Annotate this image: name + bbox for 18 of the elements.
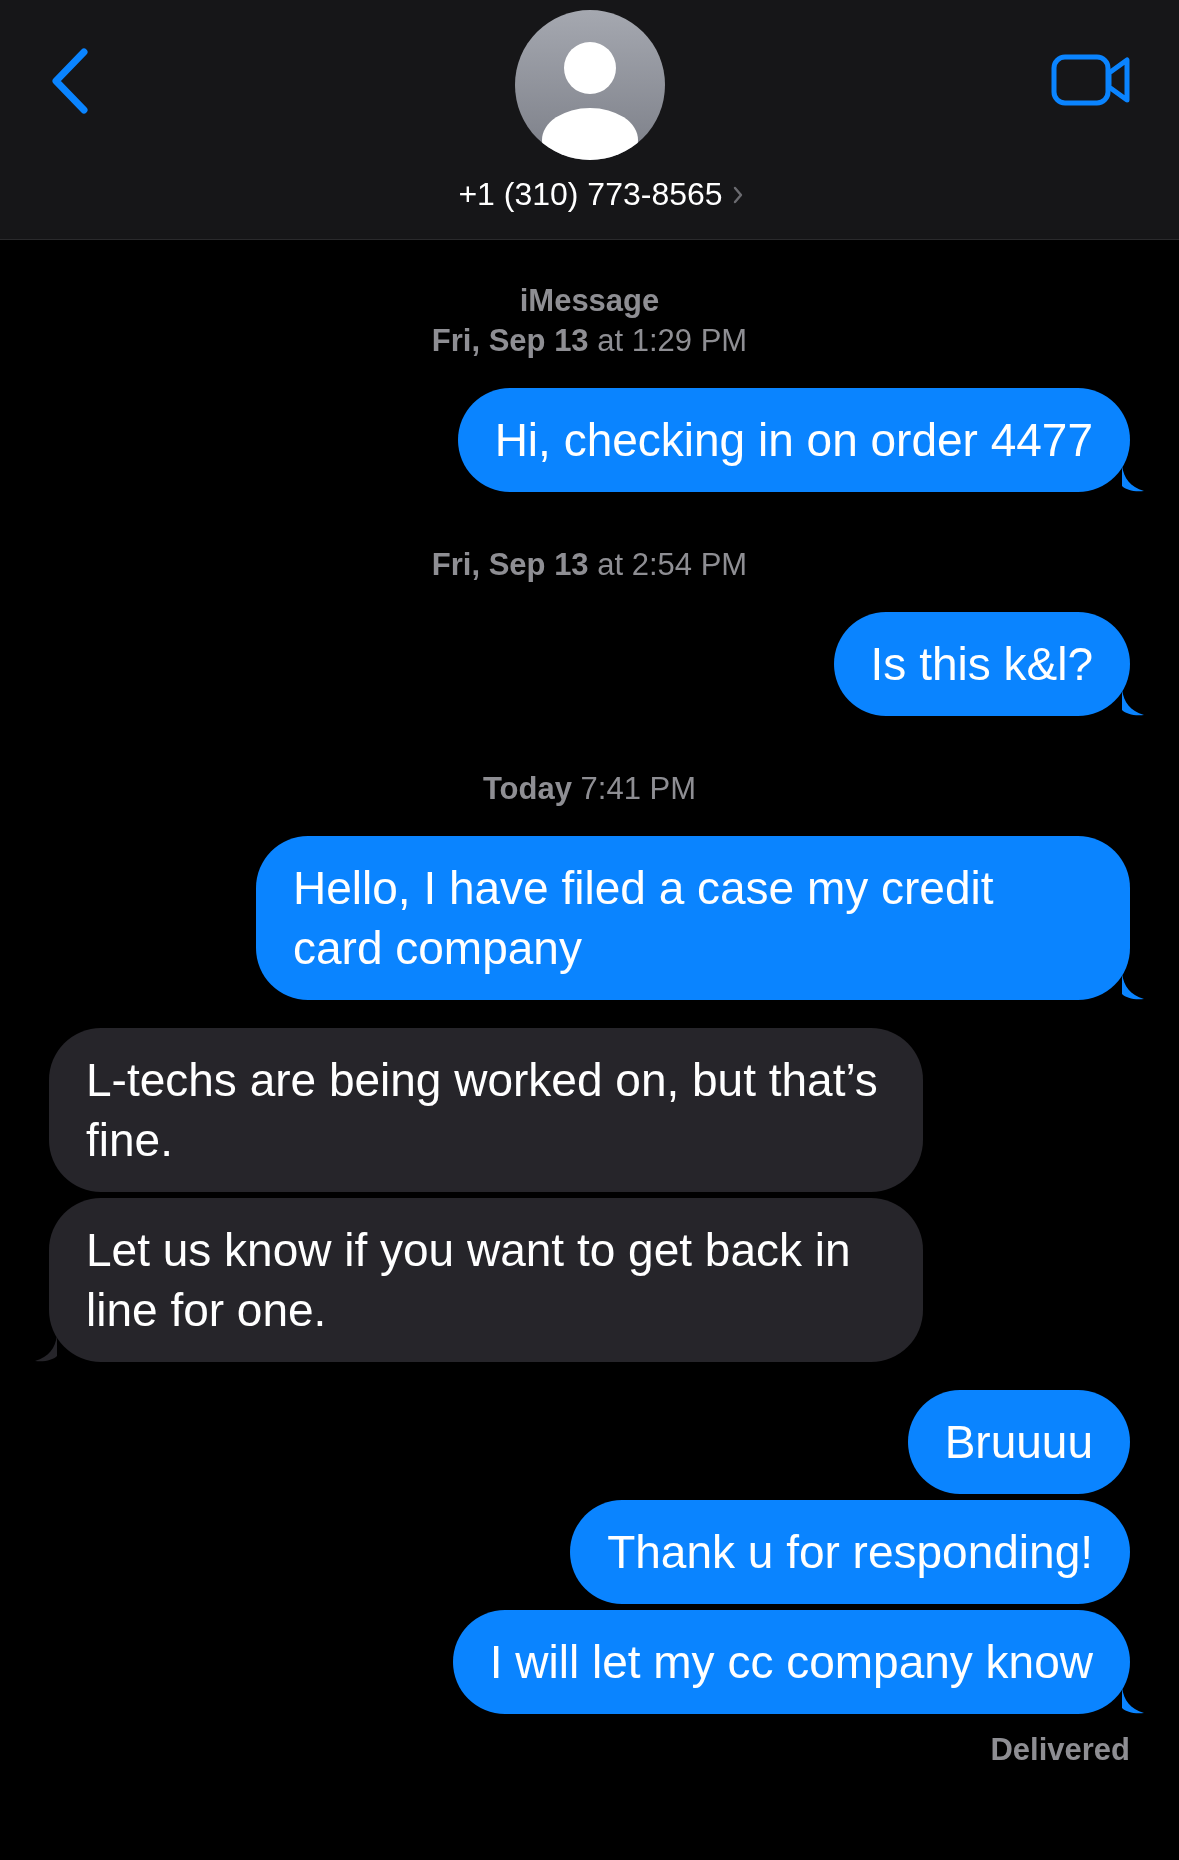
- chevron-icon: [732, 185, 743, 204]
- timestamp: Today 7:41 PM: [482, 770, 697, 808]
- message-bubble: Is this k&l?: [833, 612, 1130, 716]
- video-call-icon[interactable]: [1051, 54, 1131, 106]
- avatar-icon[interactable]: [515, 10, 666, 160]
- message-bubble: Hi, checking in on order 4477: [457, 388, 1130, 492]
- message-bubble: L-techs are being worked on, but that’s fine.: [49, 1028, 923, 1192]
- delivery-status: Delivered: [990, 1732, 1130, 1768]
- message-bubble: Thank u for responding!: [570, 1500, 1130, 1604]
- message-bubble: Hello, I have filed a case my credit card company: [256, 836, 1130, 1000]
- timestamp: Fri, Sep 13 at 2:54 PM: [431, 546, 748, 584]
- message-bubble: I will let my cc company know: [452, 1610, 1130, 1714]
- message-bubble: Let us know if you want to get back in line for one.: [49, 1198, 923, 1362]
- contact-name[interactable]: +1 (310) 773-8565: [458, 176, 723, 213]
- message-bubble: Bruuuu: [907, 1390, 1130, 1494]
- timestamp: Fri, Sep 13 at 1:29 PM: [431, 322, 748, 360]
- back-icon[interactable]: [50, 48, 90, 114]
- service-label: iMessage: [519, 282, 660, 320]
